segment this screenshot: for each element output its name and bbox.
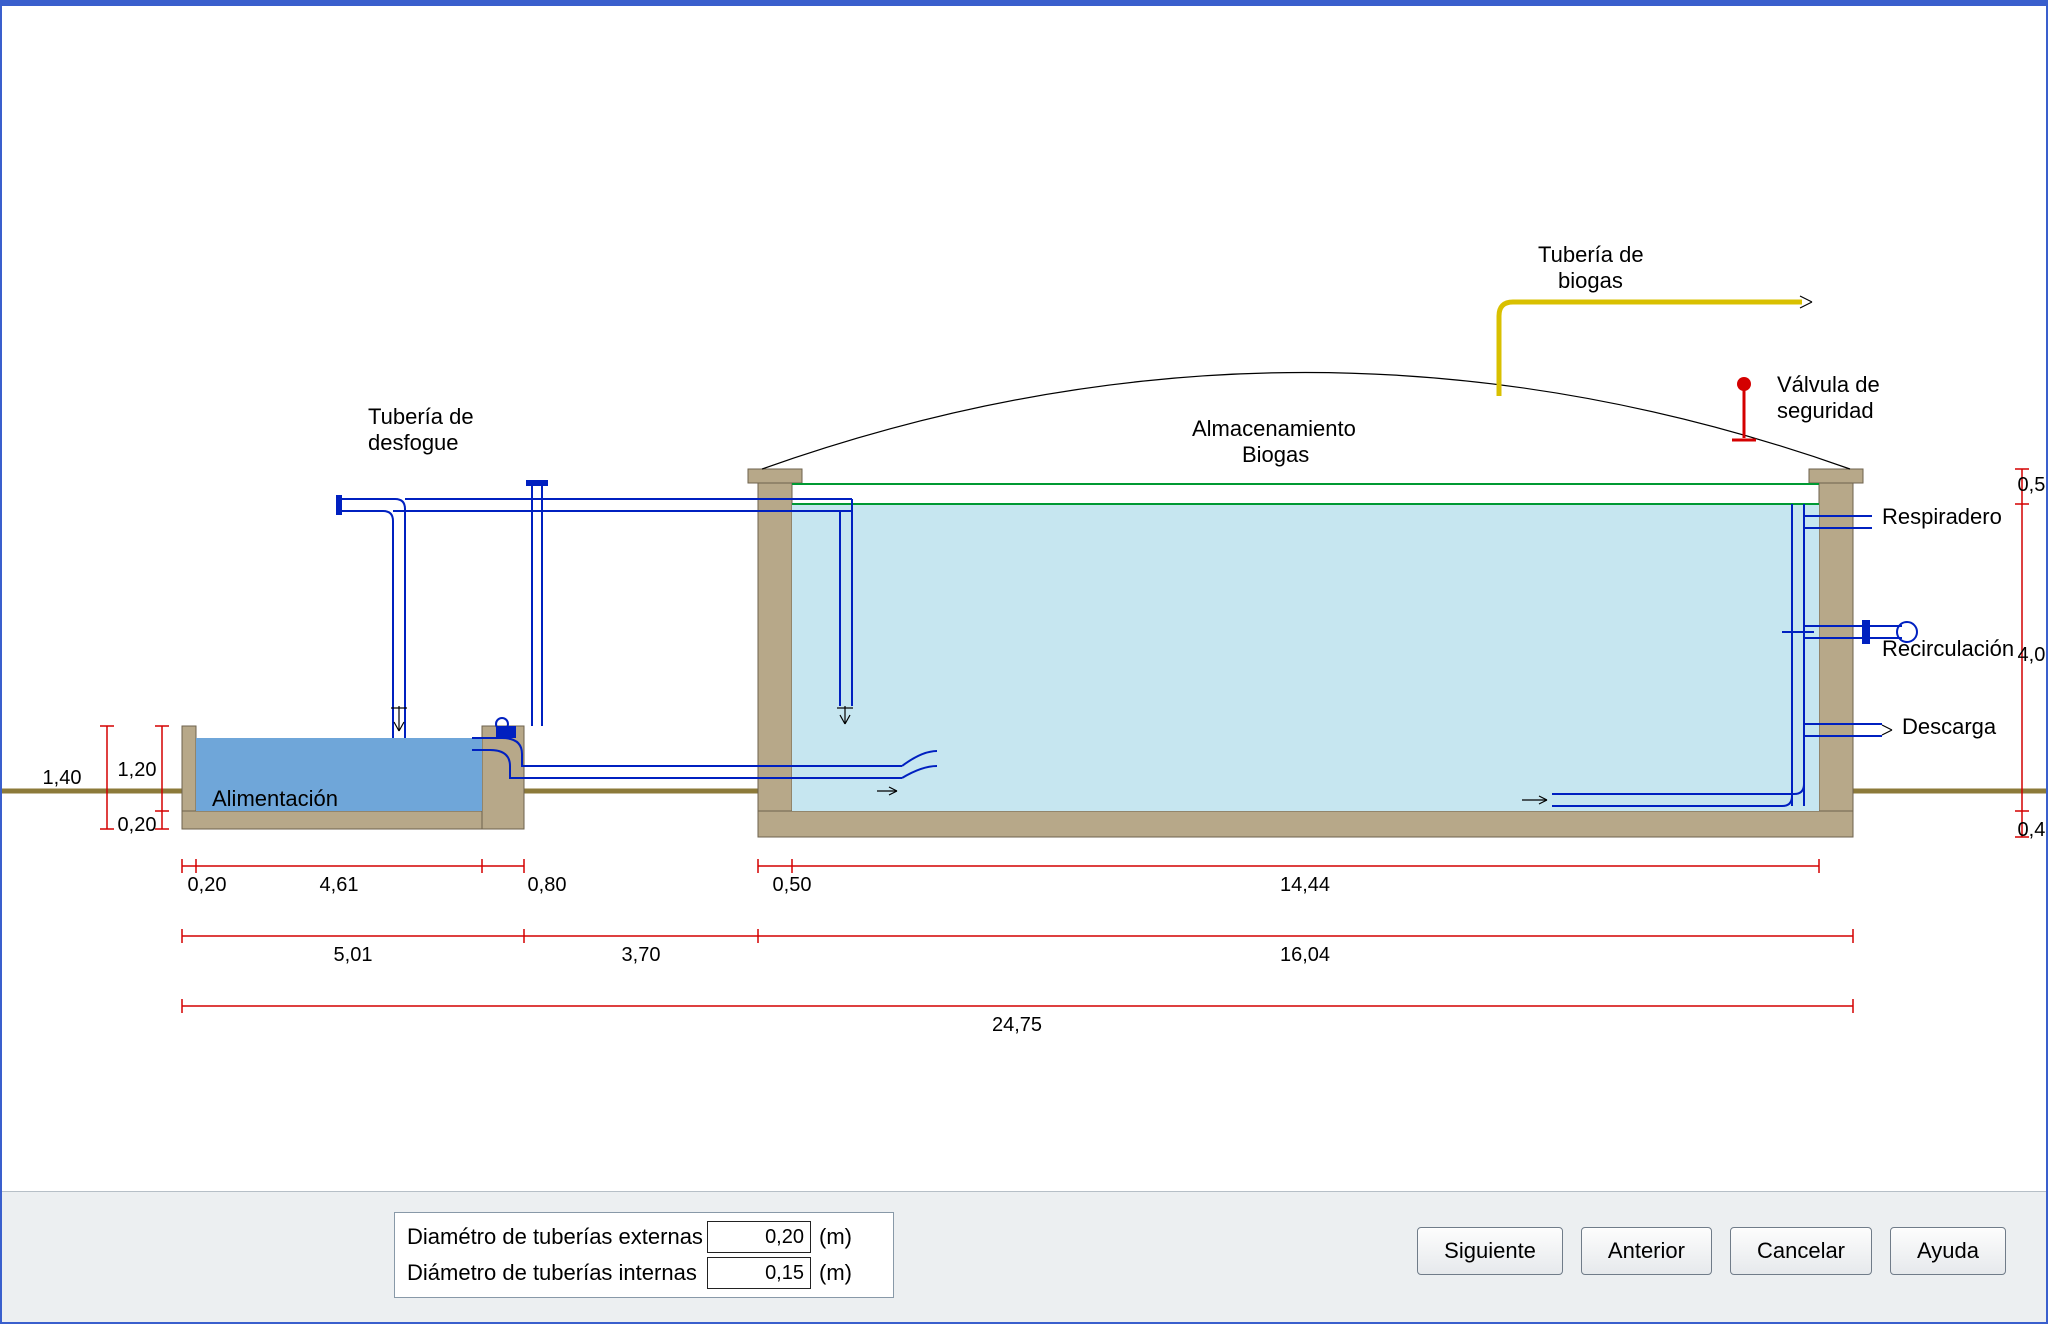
ext-diameter-input[interactable] [707, 1221, 811, 1253]
label-almacen-1: Almacenamiento [1192, 416, 1356, 441]
siguiente-button[interactable]: Siguiente [1417, 1227, 1563, 1275]
cancelar-button[interactable]: Cancelar [1730, 1227, 1872, 1275]
parameters-panel: Diamétro de tuberías externas (m) Diámet… [394, 1212, 894, 1298]
label-desfogue-2: desfogue [368, 430, 459, 455]
svg-text:0,20: 0,20 [188, 874, 227, 896]
label-alimentacion: Alimentación [212, 786, 338, 811]
app-frame: Tubería de desfogue Tubería de biogas Vá… [0, 0, 2048, 1324]
label-recirc: Recirculación [1882, 636, 2014, 661]
label-desfogue-1: Tubería de [368, 404, 474, 429]
biodigester-diagram: Tubería de desfogue Tubería de biogas Vá… [2, 6, 2048, 1200]
label-respiradero: Respiradero [1882, 504, 2002, 529]
int-diameter-input[interactable] [707, 1257, 811, 1289]
button-row: Siguiente Anterior Cancelar Ayuda [1417, 1227, 2006, 1275]
label-descarga: Descarga [1902, 714, 1997, 739]
dim-row2: 5,01 3,70 16,04 [182, 929, 1853, 966]
label-valvula-1: Válvula de [1777, 372, 1880, 397]
label-almacen-2: Biogas [1242, 442, 1309, 467]
svg-text:16,04: 16,04 [1280, 944, 1330, 966]
digester-liquid [792, 504, 1819, 811]
svg-text:3,70: 3,70 [622, 944, 661, 966]
support-post [526, 480, 548, 726]
svg-text:0,50: 0,50 [773, 874, 812, 896]
dim-row3: 24,75 [182, 999, 1853, 1036]
ayuda-button[interactable]: Ayuda [1890, 1227, 2006, 1275]
label-valvula-2: seguridad [1777, 398, 1874, 423]
unit-label-1: (m) [819, 1224, 852, 1250]
svg-text:4,61: 4,61 [320, 874, 359, 896]
svg-text:5,01: 5,01 [334, 944, 373, 966]
label-biogas-2: biogas [1558, 268, 1623, 293]
bottom-toolbar: Diamétro de tuberías externas (m) Diámet… [2, 1191, 2046, 1322]
ext-diameter-label: Diamétro de tuberías externas [407, 1224, 707, 1250]
svg-text:0,50: 0,50 [2018, 474, 2048, 496]
dim-right-heights: 0,50 4,00 0,40 [2015, 469, 2048, 841]
biogas-pipe [1499, 296, 1812, 396]
label-biogas-1: Tubería de [1538, 242, 1644, 267]
svg-text:1,40: 1,40 [43, 767, 82, 789]
svg-text:4,00: 4,00 [2018, 644, 2048, 666]
svg-text:0,40: 0,40 [2018, 819, 2048, 841]
svg-text:1,20: 1,20 [118, 759, 157, 781]
svg-text:14,44: 14,44 [1280, 874, 1330, 896]
svg-text:0,80: 0,80 [528, 874, 567, 896]
svg-text:24,75: 24,75 [992, 1014, 1042, 1036]
safety-valve [1732, 377, 1756, 440]
dim-row1: 0,20 4,61 0,80 0,50 14,44 [182, 859, 1819, 896]
int-diameter-label: Diámetro de tuberías internas [407, 1260, 707, 1286]
dim-left-heights: 1,40 1,20 0,20 [43, 726, 169, 836]
svg-text:0,20: 0,20 [118, 814, 157, 836]
diagram-canvas: Tubería de desfogue Tubería de biogas Vá… [2, 6, 2046, 1192]
unit-label-2: (m) [819, 1260, 852, 1286]
anterior-button[interactable]: Anterior [1581, 1227, 1712, 1275]
